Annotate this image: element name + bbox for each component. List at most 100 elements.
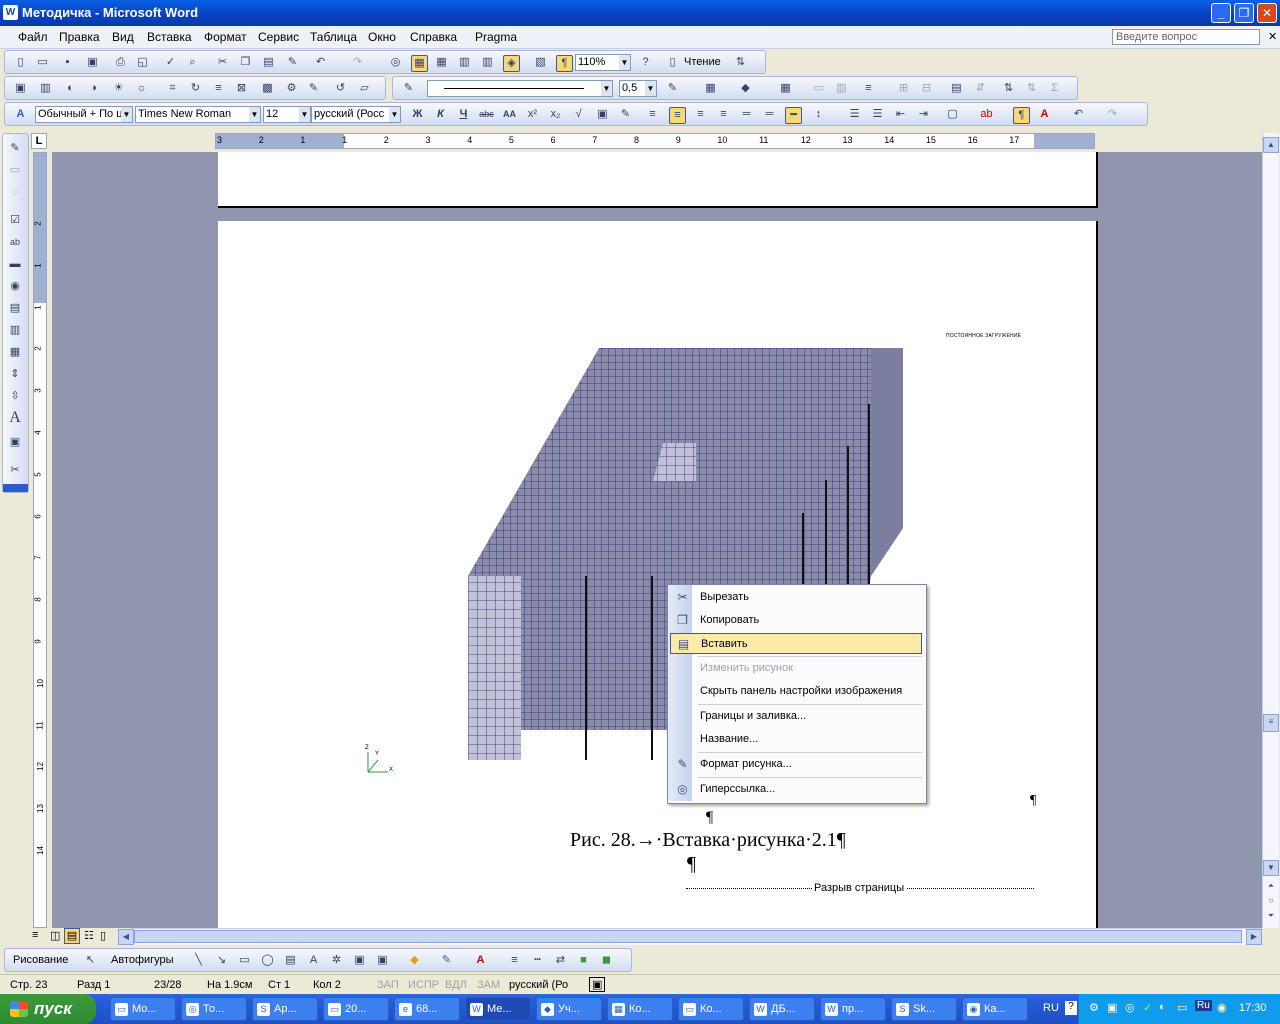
- prev-page-icon[interactable]: ⏶: [1263, 879, 1279, 895]
- menu-tools[interactable]: Сервис: [258, 30, 299, 44]
- checkmark-icon[interactable]: ✓: [1143, 1001, 1152, 1014]
- display-icon[interactable]: ▭: [1177, 1001, 1187, 1014]
- align-icon[interactable]: ≡: [861, 81, 876, 96]
- menu-item-caption[interactable]: Название...: [670, 729, 922, 750]
- spin-icon[interactable]: ⇕: [7, 366, 23, 382]
- menu-view[interactable]: Вид: [112, 30, 134, 44]
- menu-item-borders-shading[interactable]: Границы и заливка...: [670, 706, 922, 727]
- italic-icon[interactable]: К: [433, 107, 448, 122]
- line-style-icon[interactable]: ≡: [507, 953, 522, 968]
- oval-icon[interactable]: ◯: [260, 953, 275, 968]
- scroll-up-button[interactable]: ▲: [1263, 137, 1279, 153]
- menu-insert[interactable]: Вставка: [147, 30, 192, 44]
- language-indicator[interactable]: RU: [1043, 1002, 1059, 1014]
- rectangle-icon[interactable]: ▭: [237, 953, 252, 968]
- web-view-icon[interactable]: ◫: [50, 929, 60, 942]
- eraser-icon[interactable]: ▭: [7, 162, 23, 178]
- menu-table[interactable]: Таблица: [310, 30, 357, 44]
- task-button[interactable]: S Sk...: [891, 997, 957, 1021]
- insert-excel-icon[interactable]: ▥: [457, 55, 472, 70]
- arrange-icon[interactable]: ⇅: [733, 55, 748, 70]
- read-icon[interactable]: ▯: [665, 55, 680, 70]
- styles-icon[interactable]: A: [13, 107, 28, 122]
- menu-item-format-picture[interactable]: ✎ Формат рисунка...: [670, 754, 922, 775]
- picture-icon[interactable]: ▣: [595, 107, 610, 122]
- task-button[interactable]: ▭ Ко...: [678, 997, 744, 1021]
- print-icon[interactable]: ⎙: [113, 55, 128, 70]
- start-button[interactable]: пуск: [0, 994, 96, 1024]
- text-direction-icon[interactable]: ⇵: [973, 81, 988, 96]
- draw-table-icon[interactable]: ✎: [401, 81, 416, 96]
- sort-desc-icon[interactable]: ⇅: [1024, 81, 1039, 96]
- arrow-icon[interactable]: ↘: [214, 953, 229, 968]
- line-spacing-icon[interactable]: ↕: [811, 107, 826, 122]
- align-left-icon[interactable]: ≡: [645, 107, 660, 122]
- font-color-icon[interactable]: A: [473, 953, 488, 968]
- decrease-indent-icon[interactable]: ⇤: [893, 107, 908, 122]
- vertical-scrollbar[interactable]: ▲ ≡ ▼ ⏶ ○ ⏷: [1262, 133, 1279, 928]
- listbox-icon[interactable]: ▤: [7, 300, 23, 316]
- 3d-icon[interactable]: ◼: [599, 953, 614, 968]
- help-icon[interactable]: ?: [1065, 1001, 1077, 1015]
- pencil-icon[interactable]: ✎: [7, 140, 23, 156]
- toggle-icon[interactable]: ▦: [7, 344, 23, 360]
- status-rec[interactable]: ЗАП: [377, 979, 399, 991]
- drawing-icon[interactable]: ◈: [503, 55, 520, 72]
- line-icon[interactable]: ╲: [191, 953, 206, 968]
- shading-icon[interactable]: ◆: [738, 81, 753, 96]
- tables-borders-icon[interactable]: ▦: [411, 55, 428, 72]
- close-button[interactable]: ✕: [1257, 3, 1277, 23]
- sort-icon[interactable]: ⇅: [1001, 81, 1016, 96]
- equation-icon[interactable]: √: [571, 107, 586, 122]
- cut-icon[interactable]: ✂: [215, 55, 230, 70]
- split-cells-icon[interactable]: ▥: [834, 81, 849, 96]
- scroll-left-button[interactable]: ◀: [118, 929, 134, 945]
- image-icon[interactable]: ▣: [7, 434, 23, 450]
- task-button[interactable]: ▭ Мо...: [110, 997, 176, 1021]
- menu-file[interactable]: Файл: [18, 30, 48, 44]
- menu-item-change-picture[interactable]: Изменить рисунок: [670, 658, 922, 679]
- status-ovr[interactable]: ЗАМ: [477, 979, 500, 991]
- undo-icon[interactable]: ↶: [313, 55, 328, 70]
- network-icon[interactable]: ▣: [1107, 1001, 1117, 1014]
- clear-format-icon[interactable]: ✎: [618, 107, 633, 122]
- menu-item-hide-picture-toolbar[interactable]: Скрыть панель настройки изображения: [670, 681, 922, 702]
- align-right-icon[interactable]: ≡: [693, 107, 708, 122]
- figure-caption[interactable]: Рис. 28.→·Вставка·рисунка·2.1¶: [570, 829, 846, 852]
- task-button[interactable]: ◉ Ка...: [962, 997, 1028, 1021]
- label-icon[interactable]: A: [7, 410, 23, 426]
- textbox-icon[interactable]: ▤: [283, 953, 298, 968]
- insert-table-icon[interactable]: ▦: [778, 81, 793, 96]
- line-style-icon[interactable]: ≡: [211, 81, 226, 96]
- scroll-icon[interactable]: ⇳: [7, 388, 23, 404]
- menu-window[interactable]: Окно: [368, 30, 396, 44]
- align-center-icon[interactable]: ≡: [669, 107, 686, 124]
- tab-selector[interactable]: L: [31, 133, 47, 149]
- line-border-icon[interactable]: ━: [785, 107, 802, 124]
- subscript-icon[interactable]: x₂: [548, 107, 563, 122]
- spelling-icon[interactable]: ✓: [163, 55, 178, 70]
- insert-table-icon[interactable]: ▦: [434, 55, 449, 70]
- more-controls-icon[interactable]: ✂: [7, 462, 23, 478]
- borders-icon[interactable]: ▦: [703, 81, 718, 96]
- textbox-icon[interactable]: ab: [7, 234, 23, 250]
- scroll-down-button[interactable]: ▼: [1263, 860, 1279, 876]
- menu-item-cut[interactable]: ✂ Вырезать: [670, 587, 922, 608]
- horizontal-ruler[interactable]: 3 2 1 1 2 3 4 5 6 7 8 9 10 11 12 13 14 15 16 17: [215, 133, 1095, 149]
- toolbar-options-icon[interactable]: [3, 484, 28, 492]
- format-picture-icon[interactable]: ⚙: [284, 81, 299, 96]
- clipart-icon[interactable]: ▣: [352, 953, 367, 968]
- justify-icon[interactable]: ≡: [716, 107, 731, 122]
- tray-app-icon[interactable]: ⚙: [1089, 1001, 1099, 1014]
- caps-icon[interactable]: AA: [502, 107, 517, 122]
- language-select[interactable]: русский (Росс ▼: [311, 106, 401, 123]
- font-select[interactable]: Times New Roman ▼: [135, 106, 261, 123]
- browse-object-icon[interactable]: ○: [1263, 894, 1279, 910]
- brightness-icon[interactable]: ☀: [111, 81, 126, 96]
- rotate-icon[interactable]: ↻: [188, 81, 203, 96]
- vertical-ruler[interactable]: 2 1 1 2 3 4 5 6 7 8 9 10 11 12 13 14: [33, 152, 47, 928]
- lasso-icon[interactable]: ◌: [7, 184, 23, 200]
- doc-map-icon[interactable]: ▧: [533, 55, 548, 70]
- task-button[interactable]: ▦ Ко...: [607, 997, 673, 1021]
- task-button-active[interactable]: W Ме...: [465, 997, 531, 1021]
